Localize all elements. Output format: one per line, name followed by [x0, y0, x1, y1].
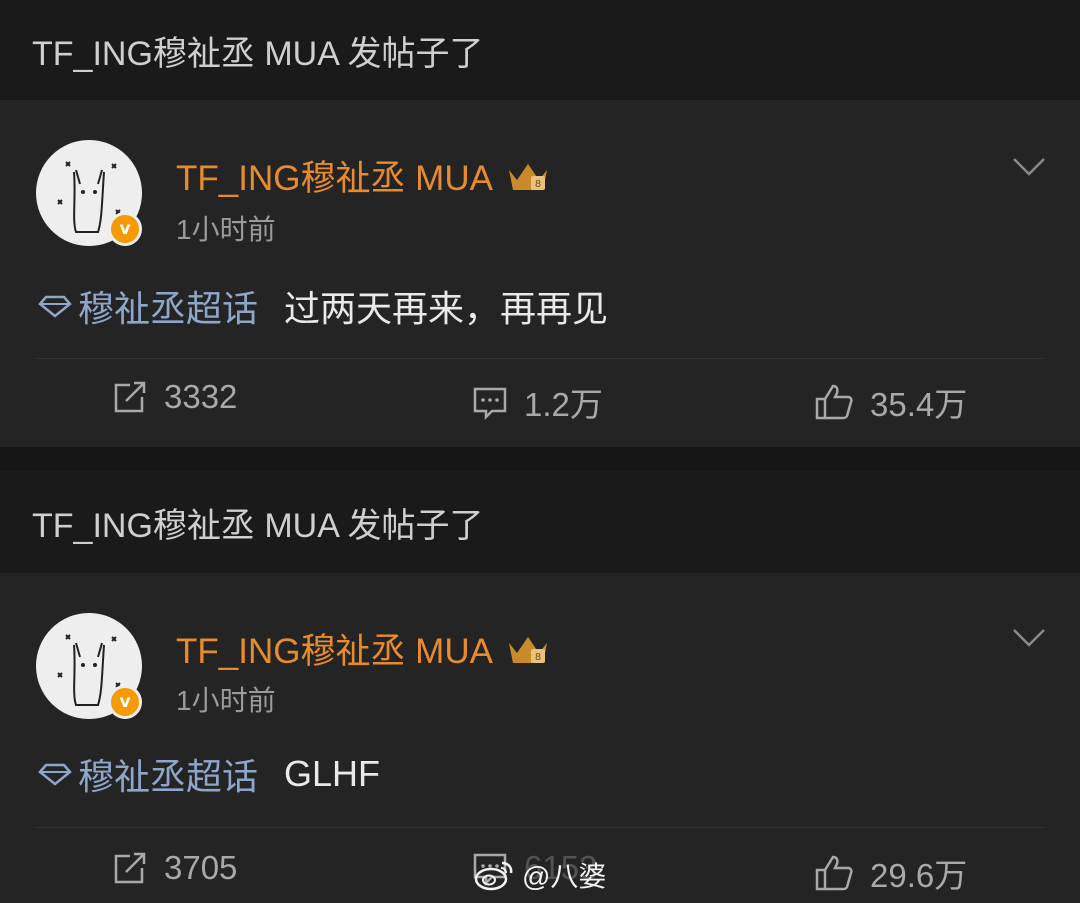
repost-count: 3705 [164, 849, 238, 886]
post-timestamp: 1小时前 [176, 214, 276, 245]
comment-count: 1.2万 [524, 386, 603, 423]
topic-link[interactable]: 穆祉丞超话 [38, 280, 258, 332]
weibo-logo-icon [474, 861, 513, 891]
diamond-icon [38, 295, 72, 318]
action-bar: 3332 1.2万 35.4万 [0, 378, 1080, 428]
diamond-icon [38, 763, 72, 786]
feed-header-2: TF_ING穆祉丞 MUA 发帖子了 [0, 471, 1080, 573]
like-count: 29.6万 [870, 857, 968, 894]
post-content: 穆祉丞超话 过两天再来，再再见 [38, 280, 608, 332]
repost-icon [114, 381, 146, 413]
topic-label[interactable]: 穆祉丞超话 [78, 280, 258, 332]
avatar[interactable]: v [36, 140, 142, 246]
post-content: 穆祉丞超话 GLHF [38, 748, 380, 800]
section-gap [0, 447, 1080, 471]
verified-v-icon: v [108, 212, 142, 246]
thumbs-up-icon [815, 855, 853, 891]
watermark: @八婆 [474, 855, 606, 895]
comment-button[interactable]: 1.2万 [472, 378, 603, 426]
avatar[interactable]: v [36, 613, 142, 719]
post-card-2[interactable]: v TF_ING穆祉丞 MUA 8 1小时前 穆祉丞超话 GLHF 3705 6… [0, 573, 1080, 903]
feed-header-text: TF_ING穆祉丞 MUA 发帖子了 [32, 34, 484, 73]
chevron-down-icon[interactable] [1012, 627, 1046, 649]
like-button[interactable]: 35.4万 [814, 378, 967, 426]
thumbs-up-icon [815, 384, 853, 420]
crown-badge-icon: 8 [508, 636, 547, 663]
like-button[interactable]: 29.6万 [814, 849, 967, 897]
username[interactable]: TF_ING穆祉丞 MUA [176, 150, 493, 201]
repost-count: 3332 [164, 378, 238, 415]
post-card-1[interactable]: v TF_ING穆祉丞 MUA 8 1小时前 穆祉丞超话 过两天再来，再再见 3… [0, 100, 1080, 447]
post-text: 过两天再来，再再见 [284, 288, 609, 329]
feed-header-text: TF_ING穆祉丞 MUA 发帖子了 [32, 506, 484, 545]
like-count: 35.4万 [870, 386, 968, 423]
svg-text:8: 8 [535, 179, 541, 190]
post-text: GLHF [284, 753, 381, 794]
repost-icon [114, 852, 146, 884]
comment-icon [473, 387, 507, 420]
divider [36, 358, 1044, 359]
divider [36, 827, 1044, 828]
crown-badge-icon: 8 [508, 163, 547, 190]
username[interactable]: TF_ING穆祉丞 MUA [176, 623, 493, 674]
repost-button[interactable]: 3705 [112, 849, 237, 887]
feed-header-1: TF_ING穆祉丞 MUA 发帖子了 [0, 0, 1080, 100]
chevron-down-icon[interactable] [1012, 156, 1046, 178]
post-timestamp: 1小时前 [176, 685, 276, 716]
username-row[interactable]: TF_ING穆祉丞 MUA 8 [176, 623, 551, 674]
repost-button[interactable]: 3332 [112, 378, 237, 416]
verified-v-icon: v [108, 685, 142, 719]
svg-text:8: 8 [535, 652, 541, 663]
username-row[interactable]: TF_ING穆祉丞 MUA 8 [176, 150, 551, 201]
watermark-text: @八婆 [522, 861, 607, 892]
topic-label[interactable]: 穆祉丞超话 [78, 748, 258, 800]
topic-link[interactable]: 穆祉丞超话 [38, 748, 258, 800]
